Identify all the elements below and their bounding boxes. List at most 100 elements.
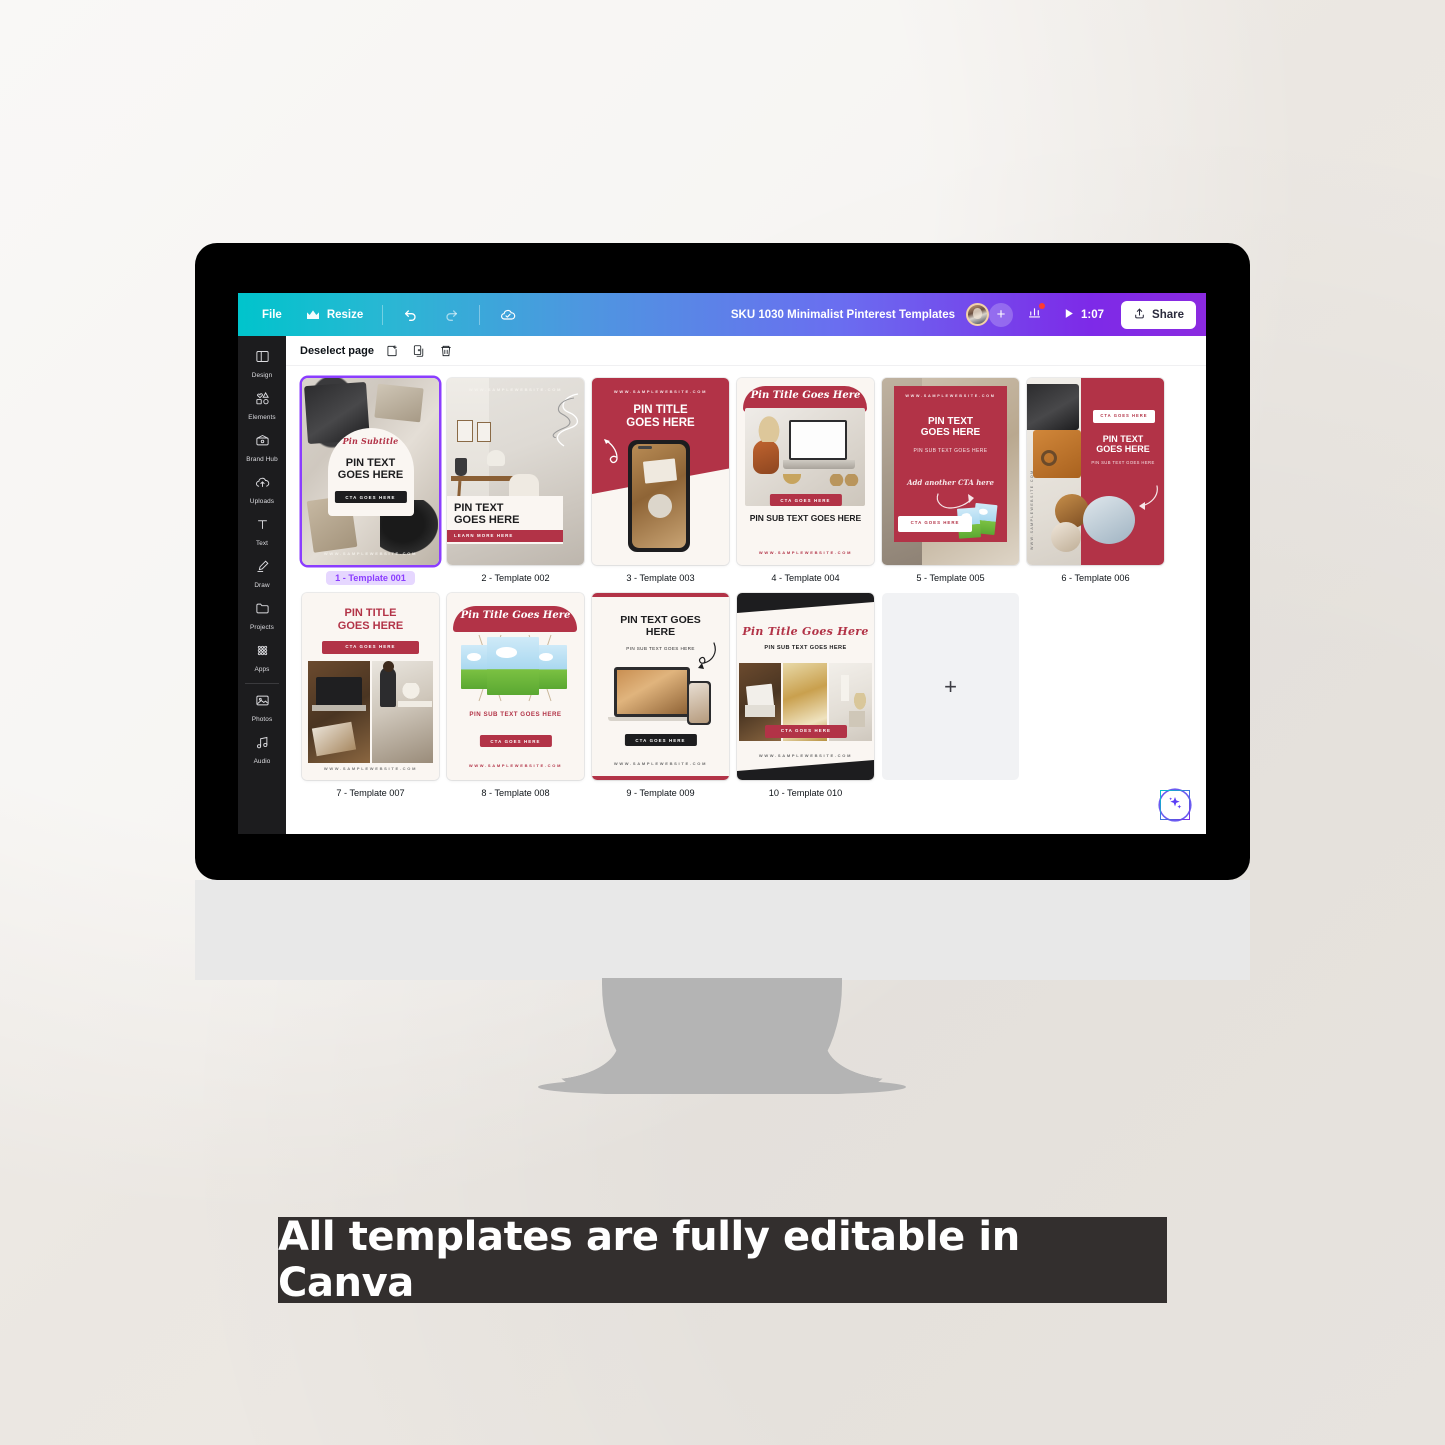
add-page-placeholder[interactable]: + [882, 593, 1019, 780]
page-thumbnail-2[interactable]: WWW.SAMPLEWEBSITE.COM PIN TEXT GOES HERE… [447, 378, 584, 565]
page-6-url: WWW.SAMPLEWEBSITE.COM [1030, 469, 1034, 550]
page-5-url: WWW.SAMPLEWEBSITE.COM [905, 394, 996, 398]
page-cell-2[interactable]: WWW.SAMPLEWEBSITE.COM PIN TEXT GOES HERE… [447, 378, 584, 585]
page-cell-10[interactable]: Pin Title Goes Here PIN SUB TEXT GOES HE… [737, 593, 874, 800]
cloud-save-button[interactable] [489, 300, 527, 330]
sidebar-label-apps: Apps [254, 666, 270, 673]
page-thumbnail-6[interactable]: CTA GOES HERE PIN TEXT GOES HERE PIN SUB… [1027, 378, 1164, 565]
insights-button[interactable] [1020, 301, 1048, 329]
play-icon [1062, 307, 1075, 323]
brand-hub-wallet-icon [255, 433, 270, 453]
sidebar-label-audio: Audio [253, 758, 271, 765]
sidebar-label-elements: Elements [248, 414, 276, 421]
redo-icon [442, 306, 460, 324]
magic-studio-button[interactable] [1160, 790, 1190, 820]
page-1-headline: PIN TEXT GOES HERE [337, 457, 404, 482]
sidebar-item-text[interactable]: Text [239, 510, 285, 552]
monitor-stand [538, 978, 906, 1094]
avatar[interactable] [966, 303, 989, 326]
page-5-headline: PIN TEXT GOES HERE [920, 416, 981, 439]
page-10-subtext: PIN SUB TEXT GOES HERE [764, 645, 847, 651]
sidebar-item-photos[interactable]: Photos [239, 686, 285, 728]
sidebar-item-apps[interactable]: Apps [239, 636, 285, 678]
file-menu-button[interactable]: File [252, 303, 292, 327]
page-label-2: 2 - Template 002 [481, 573, 550, 583]
sidebar-item-elements[interactable]: Elements [239, 384, 285, 426]
page-3-url: WWW.SAMPLEWEBSITE.COM [613, 389, 708, 394]
page-label-5: 5 - Template 005 [916, 573, 985, 583]
pages-grid-scroll[interactable]: Pin Subtitle PIN TEXT GOES HERE CTA GOES… [286, 366, 1206, 834]
page-9-cta: CTA GOES HERE [624, 734, 697, 746]
page-cell-7[interactable]: PIN TITLE GOES HERE CTA GOES HERE WWW.SA… [302, 593, 439, 800]
page-9-headline: PIN TEXT GOES HERE [620, 614, 701, 638]
page-thumbnail-8[interactable]: Pin Title Goes Here PIN SUB TEXT GOES HE… [447, 593, 584, 780]
undo-icon [402, 306, 420, 324]
page-cell-9[interactable]: PIN TEXT GOES HERE PIN SUB TEXT GOES HER… [592, 593, 729, 800]
page-label-4: 4 - Template 004 [771, 573, 840, 583]
resize-button[interactable]: Resize [294, 300, 373, 330]
page-thumbnail-7[interactable]: PIN TITLE GOES HERE CTA GOES HERE WWW.SA… [302, 593, 439, 780]
page-7-headline: PIN TITLE GOES HERE [337, 607, 404, 632]
plus-icon: + [944, 673, 957, 699]
page-thumbnail-4[interactable]: Pin Title Goes Here CTA GOES HERE PIN SU… [737, 378, 874, 565]
add-page-icon[interactable] [384, 342, 401, 359]
undo-button[interactable] [392, 300, 430, 330]
page-label-7: 7 - Template 007 [336, 788, 405, 798]
share-button[interactable]: Share [1121, 300, 1196, 329]
sidebar-item-brand-hub[interactable]: Brand Hub [239, 426, 285, 468]
page-5-script-text: Add another CTA here [907, 478, 994, 487]
page-thumbnail-3[interactable]: WWW.SAMPLEWEBSITE.COM PIN TITLE GOES HER… [592, 378, 729, 565]
sidebar-item-audio[interactable]: Audio [239, 728, 285, 770]
page-2-cta: LEARN MORE HERE [454, 533, 514, 538]
page-8-subtext: PIN SUB TEXT GOES HERE [469, 711, 562, 718]
share-upload-icon [1133, 307, 1146, 323]
page-8-url: WWW.SAMPLEWEBSITE.COM [468, 763, 563, 768]
elements-shapes-icon [255, 391, 270, 411]
trash-delete-icon[interactable] [438, 342, 455, 359]
duplicate-page-icon[interactable] [411, 342, 428, 359]
sidebar-item-projects[interactable]: Projects [239, 594, 285, 636]
canva-app-window: File Resize SKU 1030 Minimalist Pinteres… [238, 293, 1206, 834]
page-thumbnail-5[interactable]: WWW.SAMPLEWEBSITE.COM PIN TEXT GOES HERE… [882, 378, 1019, 565]
page-3-headline: PIN TITLE GOES HERE [626, 404, 695, 429]
page-5-cta: CTA GOES HERE [910, 520, 960, 525]
sidebar-item-design[interactable]: Design [239, 342, 285, 384]
present-button[interactable]: 1:07 [1055, 302, 1114, 328]
page-1-url: WWW.SAMPLEWEBSITE.COM [323, 551, 418, 556]
page-cell-6[interactable]: CTA GOES HERE PIN TEXT GOES HERE PIN SUB… [1027, 378, 1164, 585]
add-page-cell[interactable]: + [882, 593, 1019, 800]
page-6-cta: CTA GOES HERE [1100, 413, 1148, 418]
promo-banner-text: All templates are fully editable in Canv… [278, 1214, 1020, 1306]
page-cell-1[interactable]: Pin Subtitle PIN TEXT GOES HERE CTA GOES… [302, 378, 439, 585]
text-t-icon [255, 517, 270, 537]
page-thumbnail-9[interactable]: PIN TEXT GOES HERE PIN SUB TEXT GOES HER… [592, 593, 729, 780]
sidebar-label-projects: Projects [250, 624, 274, 631]
page-label-1: 1 - Template 001 [326, 571, 415, 585]
page-10-url: WWW.SAMPLEWEBSITE.COM [758, 753, 853, 758]
sidebar-label-brand-hub: Brand Hub [246, 456, 278, 463]
file-menu-label: File [262, 308, 282, 321]
design-panels-icon [255, 349, 270, 369]
audio-note-icon [255, 735, 270, 755]
sidebar-item-uploads[interactable]: Uploads [239, 468, 285, 510]
sidebar-item-draw[interactable]: Draw [239, 552, 285, 594]
notification-dot [1039, 302, 1045, 309]
redo-button[interactable] [432, 300, 470, 330]
page-thumbnail-1[interactable]: Pin Subtitle PIN TEXT GOES HERE CTA GOES… [302, 378, 439, 565]
pages-grid: Pin Subtitle PIN TEXT GOES HERE CTA GOES… [286, 378, 1206, 800]
photos-image-icon [255, 693, 270, 713]
page-1-cta: CTA GOES HERE [334, 491, 407, 503]
page-4-cta: CTA GOES HERE [769, 494, 842, 506]
page-1-script-text: Pin Subtitle [342, 436, 399, 446]
page-cell-4[interactable]: Pin Title Goes Here CTA GOES HERE PIN SU… [737, 378, 874, 585]
sidebar-label-uploads: Uploads [249, 498, 275, 505]
page-cell-3[interactable]: WWW.SAMPLEWEBSITE.COM PIN TITLE GOES HER… [592, 378, 729, 585]
main-canvas-area: Deselect page Pin Subtitle PIN TEXT GOES… [286, 336, 1206, 834]
uploads-cloud-icon [255, 475, 270, 495]
deselect-page-button[interactable]: Deselect page [300, 345, 374, 357]
page-10-cta: CTA GOES HERE [780, 728, 832, 733]
add-collaborator-button[interactable]: + [989, 302, 1013, 327]
page-thumbnail-10[interactable]: Pin Title Goes Here PIN SUB TEXT GOES HE… [737, 593, 874, 780]
page-cell-5[interactable]: WWW.SAMPLEWEBSITE.COM PIN TEXT GOES HERE… [882, 378, 1019, 585]
page-cell-8[interactable]: Pin Title Goes Here PIN SUB TEXT GOES HE… [447, 593, 584, 800]
